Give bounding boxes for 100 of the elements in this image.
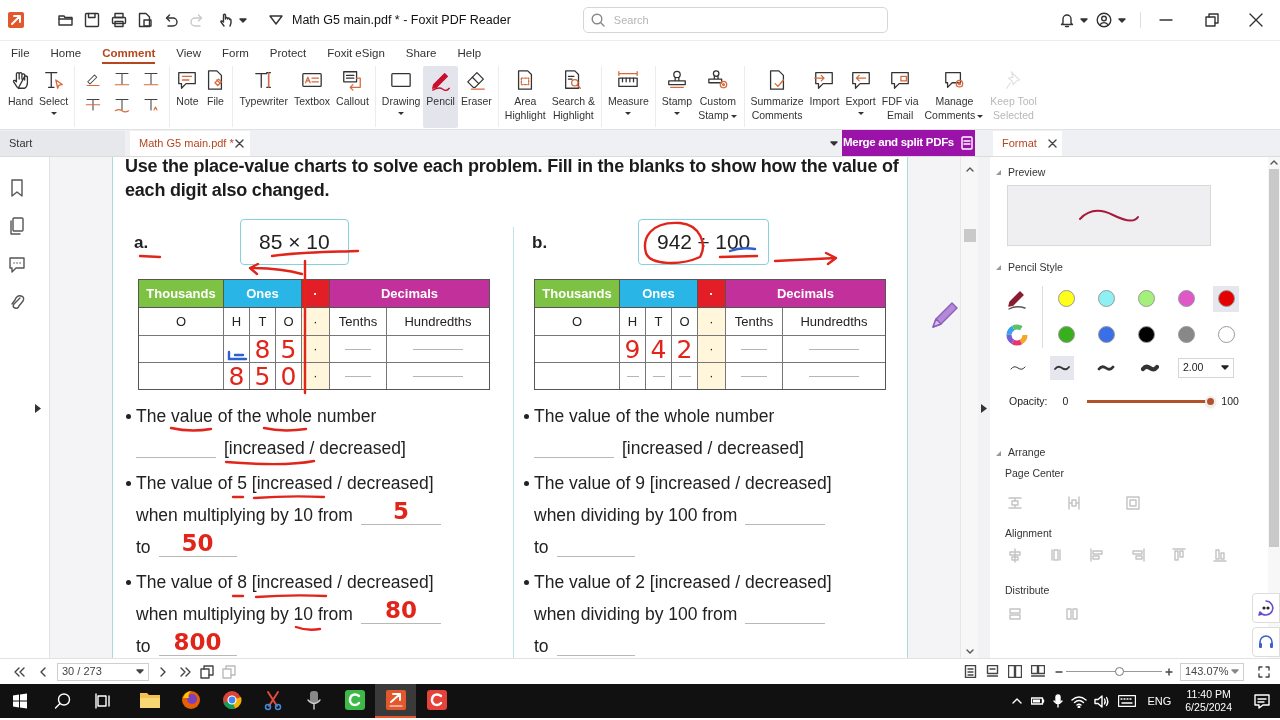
zoom-in-icon[interactable] xyxy=(1165,667,1173,676)
ribbon-button[interactable]: Callout xyxy=(333,66,372,128)
ribbon-button[interactable]: Stamp xyxy=(658,66,696,128)
ink-underline xyxy=(231,593,245,600)
user-account-icon[interactable] xyxy=(1096,12,1112,28)
pages-icon[interactable] xyxy=(8,217,25,235)
ribbon-button[interactable]: Summarize Comments xyxy=(747,66,807,128)
print-icon[interactable] xyxy=(111,12,127,28)
menu-tab[interactable]: Protect xyxy=(269,44,307,64)
ribbon-button[interactable]: Import xyxy=(806,66,843,128)
touch-hand-icon[interactable] xyxy=(218,12,234,28)
paperclip-icon[interactable] xyxy=(8,293,25,311)
bookmark-icon[interactable] xyxy=(8,179,25,197)
scroll-up-icon[interactable] xyxy=(965,167,974,172)
expand-arrow-icon[interactable] xyxy=(35,404,41,413)
line-width-option[interactable] xyxy=(1050,355,1074,380)
bullet-icon xyxy=(126,579,131,585)
keyboard-icon[interactable] xyxy=(1118,695,1137,707)
single-page-icon[interactable] xyxy=(964,665,977,678)
zoom-slider-thumb[interactable] xyxy=(1114,667,1124,676)
table-cell: Tenths xyxy=(330,308,387,335)
windows-start-icon[interactable] xyxy=(12,693,28,709)
assistant-button[interactable] xyxy=(1252,593,1280,623)
ribbon-button[interactable]: Textbox xyxy=(290,66,334,128)
menu-tab[interactable]: File xyxy=(11,44,30,64)
dropdown-icon[interactable] xyxy=(269,15,283,25)
input-language[interactable]: ENG xyxy=(1147,692,1172,710)
ribbon-button[interactable]: Search & Highlight xyxy=(548,66,598,128)
menu-tab[interactable]: Form xyxy=(221,44,249,64)
menu-tab[interactable]: Home xyxy=(50,44,82,64)
promo-button[interactable]: Merge and split PDFs xyxy=(842,130,975,156)
scrollbar-thumb[interactable] xyxy=(1269,169,1279,547)
scroll-down-icon[interactable] xyxy=(965,649,974,654)
microphone-icon[interactable] xyxy=(1053,694,1064,708)
undo-icon[interactable] xyxy=(163,12,179,28)
ribbon-button[interactable]: Export xyxy=(842,66,879,128)
color-swatch[interactable] xyxy=(1213,285,1239,312)
close-icon[interactable] xyxy=(235,139,244,148)
notifications-icon[interactable] xyxy=(1254,693,1270,709)
bell-icon[interactable] xyxy=(1060,12,1074,28)
document-icon[interactable] xyxy=(137,12,153,28)
restore-icon[interactable] xyxy=(1205,13,1219,27)
search-field[interactable]: Search xyxy=(582,7,888,33)
clock[interactable]: 11:40 PM 6/25/2024 xyxy=(1185,688,1232,714)
battery-icon[interactable] xyxy=(1031,696,1046,706)
close-icon[interactable] xyxy=(1048,139,1057,148)
copy-page-icon[interactable] xyxy=(200,664,214,679)
document-tab[interactable]: Math G5 main.pdf * xyxy=(130,131,250,156)
color-wheel-icon[interactable] xyxy=(1006,323,1028,346)
panel-tab[interactable]: Format xyxy=(993,131,1062,156)
expand-arrow-icon[interactable] xyxy=(981,404,987,413)
speaker-icon[interactable] xyxy=(1094,694,1111,708)
ribbon-button[interactable]: Area Highlight xyxy=(501,66,549,128)
save-icon[interactable] xyxy=(84,12,100,28)
open-folder-icon[interactable] xyxy=(58,12,74,28)
ribbon-button[interactable]: FDF via Email xyxy=(878,66,922,128)
fullscreen-icon[interactable] xyxy=(1258,665,1270,678)
ribbon-button[interactable]: File xyxy=(201,66,230,128)
comment-icon[interactable] xyxy=(7,255,26,273)
previous-page-icon[interactable] xyxy=(39,666,47,677)
last-page-icon[interactable] xyxy=(180,666,192,677)
scroll-up-icon[interactable] xyxy=(1270,160,1278,165)
ribbon-button[interactable]: Manage Comments xyxy=(921,66,988,128)
caret-icon[interactable] xyxy=(830,141,838,146)
ribbon-button[interactable]: Select xyxy=(36,66,72,128)
taskbar-app[interactable] xyxy=(375,684,416,718)
ribbon-button[interactable]: Measure xyxy=(604,66,652,128)
ribbon-button[interactable]: Note xyxy=(173,66,202,128)
wifi-icon[interactable] xyxy=(1071,694,1088,708)
ribbon-button[interactable]: Typewriter xyxy=(236,66,291,128)
menu-tab[interactable]: Help xyxy=(457,44,482,64)
close-icon[interactable] xyxy=(1249,13,1263,27)
first-page-icon[interactable] xyxy=(13,666,25,677)
group-label: Distribute xyxy=(1005,582,1051,598)
continuous-facing-icon[interactable] xyxy=(1031,665,1045,678)
page-number-field[interactable]: 30 / 273 xyxy=(57,662,149,681)
menu-tab[interactable]: View xyxy=(176,44,201,64)
opacity-slider-thumb[interactable] xyxy=(1205,395,1217,407)
ribbon-button[interactable]: Eraser xyxy=(457,66,495,128)
facing-page-icon[interactable] xyxy=(1008,665,1022,678)
eraser-icon xyxy=(465,69,488,91)
support-button[interactable] xyxy=(1252,627,1280,657)
ribbon-button[interactable]: Drawing xyxy=(378,66,424,128)
menu-tab[interactable]: Foxit eSign xyxy=(327,44,385,64)
ribbon-button[interactable]: Custom Stamp xyxy=(695,66,741,128)
next-page-icon[interactable] xyxy=(159,666,167,677)
scrollbar-thumb[interactable] xyxy=(963,229,976,242)
ribbon-button[interactable]: Pencil xyxy=(423,66,458,128)
line-width-field[interactable]: 2.00 xyxy=(1178,357,1234,378)
menu-tab[interactable]: Share xyxy=(405,44,437,64)
ribbon-button[interactable]: Hand xyxy=(5,66,37,128)
continuous-page-icon[interactable] xyxy=(986,665,999,678)
search-icon[interactable] xyxy=(54,692,72,710)
statement-text: to xyxy=(534,537,549,557)
document-tab[interactable]: Start xyxy=(0,131,125,156)
zoom-field[interactable]: 143.07% xyxy=(1180,662,1244,681)
table-cell: O xyxy=(139,308,224,335)
task-view-icon[interactable] xyxy=(95,693,111,709)
column-header: Thousands xyxy=(139,280,224,307)
show-hidden-icon[interactable] xyxy=(1012,698,1023,704)
